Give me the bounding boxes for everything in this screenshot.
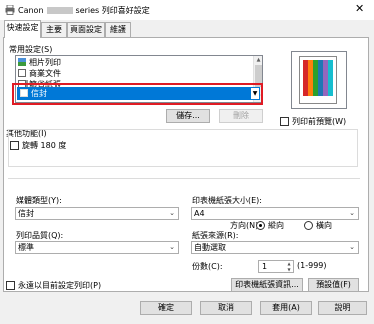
cancel-button[interactable]: 取消 (200, 301, 252, 315)
preview-image (291, 51, 347, 109)
close-button[interactable]: ✕ (355, 2, 364, 15)
chevron-down-icon: ⌄ (349, 243, 355, 251)
highlight-box (12, 83, 263, 105)
chevron-down-icon: ⌄ (169, 243, 175, 251)
list-item-label: 商業文件 (29, 69, 61, 78)
media-type-select[interactable]: 信封 ⌄ (15, 207, 179, 220)
decrement-icon[interactable]: ▼ (285, 267, 293, 272)
ok-button[interactable]: 確定 (140, 301, 192, 315)
redacted-model (46, 7, 73, 14)
copies-range: (1-999) (297, 261, 327, 270)
help-button[interactable]: 說明 (318, 301, 367, 315)
tab-page-setup[interactable]: 頁面設定 (67, 22, 105, 37)
paper-size-value: A4 (194, 209, 205, 218)
common-settings-label: 常用設定(S) (9, 45, 53, 54)
always-print-checkbox[interactable] (6, 281, 15, 290)
media-type-value: 信封 (18, 209, 34, 218)
media-type-label: 媒體類型(Y): (16, 196, 62, 205)
paper-source-value: 自動選取 (194, 243, 226, 252)
tab-quick-setup[interactable]: 快速設定 (4, 20, 41, 38)
portrait-radio[interactable] (256, 221, 265, 230)
list-item-label: 相片列印 (29, 58, 61, 67)
list-item[interactable]: 商業文件 (18, 68, 61, 79)
delete-button[interactable]: 刪除 (219, 109, 263, 123)
print-quality-label: 列印品質(Q): (16, 231, 64, 240)
preview-checkbox[interactable] (280, 117, 289, 126)
copies-value: 1 (262, 262, 268, 271)
tab-main[interactable]: 主要 (41, 22, 67, 37)
paper-source-select[interactable]: 自動選取 ⌄ (191, 241, 359, 254)
brand-name: Canon (18, 6, 44, 15)
portrait-label: 縱向 (268, 221, 284, 230)
chevron-down-icon: ⌄ (169, 209, 175, 217)
paper-source-label: 紙張來源(R): (192, 231, 239, 240)
title-bar: Canon series 列印喜好設定 ✕ (0, 0, 374, 20)
save-button[interactable]: 儲存... (166, 109, 210, 123)
copies-label: 份數(C): (192, 262, 223, 271)
increment-icon[interactable]: ▲ (285, 261, 293, 266)
page-preview (299, 56, 337, 104)
printer-paper-info-button[interactable]: 印表機紙張資訊... (231, 278, 303, 292)
apply-button[interactable]: 套用(A) (260, 301, 312, 315)
divider (8, 178, 360, 179)
defaults-button[interactable]: 預設值(F) (308, 278, 359, 292)
copies-stepper[interactable]: 1 ▲ ▼ (258, 260, 294, 273)
always-print-label: 永遠以目前設定列印(P) (18, 281, 102, 290)
chevron-down-icon: ⌄ (349, 209, 355, 217)
print-quality-value: 標準 (18, 243, 34, 252)
photo-icon (18, 58, 26, 66)
tab-maintenance[interactable]: 維護 (105, 22, 131, 37)
list-item[interactable]: 相片列印 (18, 57, 61, 68)
landscape-radio[interactable] (304, 221, 313, 230)
title-suffix: series 列印喜好設定 (75, 6, 150, 15)
rotate-label: 旋轉 180 度 (22, 141, 67, 150)
paper-size-label: 印表機紙張大小(E): (192, 196, 262, 205)
document-icon (18, 69, 26, 77)
preview-picture (303, 60, 333, 96)
landscape-label: 橫向 (316, 221, 332, 230)
print-quality-select[interactable]: 標準 ⌄ (15, 241, 179, 254)
scroll-up-icon[interactable]: ▲ (255, 57, 262, 63)
paper-size-select[interactable]: A4 ⌄ (191, 207, 359, 220)
preview-checkbox-label: 列印前預覽(W) (292, 117, 347, 126)
window-title: Canon series 列印喜好設定 (18, 5, 150, 16)
printer-icon (5, 5, 15, 15)
rotate-checkbox[interactable] (10, 141, 19, 150)
